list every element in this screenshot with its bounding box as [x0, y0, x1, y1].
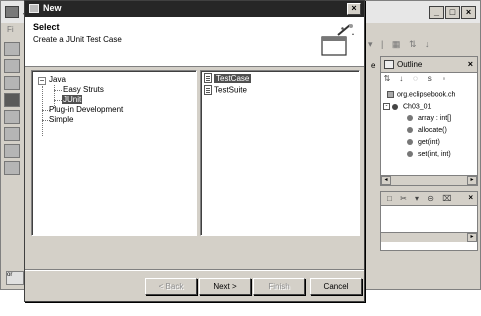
wizard-list[interactable]: TestCase TestSuite [200, 70, 360, 236]
menu-file[interactable]: Fi [7, 25, 14, 34]
alpha-sort-icon[interactable]: ↓ [395, 74, 407, 83]
outline-view: Outline × ⇅ ↓ ◌ s ◦ org.eclipsebook.ch -… [380, 56, 478, 186]
wizard-category-tree[interactable]: − Java Easy Struts JUnit Plug-in Develop… [31, 70, 197, 236]
horizontal-scrollbar[interactable]: ▸ [381, 232, 477, 242]
sort-icon[interactable]: ⇅ [409, 39, 417, 50]
dropdown-arrow-icon[interactable]: ▾ [368, 39, 373, 50]
outline-item[interactable]: allocate() [407, 127, 447, 138]
tree-item-java[interactable]: Java [49, 75, 66, 84]
hide-static-icon[interactable]: s [424, 74, 436, 83]
junit-testcase-icon [204, 73, 212, 83]
save-icon[interactable] [4, 59, 20, 73]
clear-icon[interactable]: ✂ [400, 194, 407, 203]
dialog-title: New [43, 3, 62, 13]
maximize-button[interactable]: □ [445, 6, 460, 19]
new-wizard-banner-icon [321, 24, 354, 56]
list-item-testsuite[interactable]: TestSuite [204, 85, 247, 95]
outline-item[interactable]: array : int[] [407, 115, 451, 126]
dialog-app-icon [29, 4, 39, 13]
outline-item[interactable]: get(int) [407, 139, 440, 150]
console-view: □ ✂ ▾ ⊝ ⌧ × ▸ [380, 191, 478, 251]
hide-nonpublic-icon[interactable]: ◦ [438, 74, 450, 83]
back-button[interactable]: < Back [145, 278, 197, 295]
new-wizard-dialog: New × Select Create a JUnit Test Case − … [24, 0, 365, 302]
dropdown-arrow-icon[interactable]: ▾ [415, 194, 419, 203]
scroll-right-icon[interactable]: ▸ [467, 233, 477, 242]
lock-icon[interactable]: ⊝ [427, 194, 434, 203]
console-toolbar: □ ✂ ▾ ⊝ ⌧ × [381, 192, 477, 206]
dialog-close-button[interactable]: × [347, 3, 361, 15]
plugin-perspective-icon[interactable] [4, 161, 20, 175]
collapse-toggle[interactable]: - [383, 103, 390, 110]
collapse-toggle[interactable]: − [38, 77, 46, 85]
tree-connector [54, 100, 62, 101]
wizard-header: Select Create a JUnit Test Case [25, 17, 364, 67]
tree-item-plugin-development[interactable]: Plug-in Development [49, 105, 123, 114]
team-perspective-icon[interactable] [4, 144, 20, 158]
field-icon [407, 115, 413, 122]
method-icon [407, 139, 413, 146]
toolbar-separator: | [381, 39, 384, 49]
workbench-toolbar-right: ▾ | ▦ ⇅ ↓ [368, 39, 478, 53]
method-icon [407, 151, 413, 158]
outline-item[interactable]: org.eclipsebook.ch [387, 91, 455, 102]
close-window-button[interactable]: × [461, 6, 476, 19]
method-icon [407, 127, 413, 134]
next-button[interactable]: Next > [199, 278, 251, 295]
horizontal-scrollbar[interactable]: ◂ ▸ [381, 175, 477, 185]
scroll-left-icon[interactable]: ◂ [381, 176, 391, 185]
close-icon[interactable]: × [468, 59, 473, 69]
wizard-page-title: Select [33, 22, 60, 32]
status-bar-label: or [6, 271, 24, 285]
close-icon[interactable]: × [468, 193, 473, 202]
resource-perspective-icon[interactable] [4, 127, 20, 141]
wizard-page-description: Create a JUnit Test Case [33, 35, 122, 44]
list-item-testcase[interactable]: TestCase [204, 73, 252, 83]
cancel-button[interactable]: Cancel [310, 278, 362, 295]
tree-item-simple[interactable]: Simple [49, 115, 73, 124]
finish-button[interactable]: Finish [253, 278, 305, 295]
open-perspective-icon[interactable] [4, 76, 20, 90]
outline-item[interactable]: - Ch03_01 [383, 103, 431, 114]
eclipse-app-icon [5, 6, 19, 18]
dialog-titlebar[interactable]: New × [25, 1, 364, 17]
editor-tab-fragment: e [371, 61, 376, 70]
tree-connector [54, 90, 62, 91]
tree-item-junit[interactable]: JUnit [62, 95, 83, 104]
scroll-right-icon[interactable]: ▸ [467, 176, 477, 185]
package-icon [387, 91, 394, 98]
left-toolbar [3, 39, 23, 279]
outline-icon [384, 60, 394, 69]
sort-icon[interactable]: ⇅ [381, 74, 393, 83]
pin-icon[interactable]: ↓ [425, 39, 430, 49]
outline-toolbar: ⇅ ↓ ◌ s ◦ [381, 74, 477, 88]
copy-icon[interactable]: ⌧ [442, 194, 451, 203]
new-icon[interactable] [4, 42, 20, 56]
tree-item-easy-struts[interactable]: Easy Struts [63, 85, 104, 94]
stop-icon[interactable]: □ [387, 194, 392, 203]
button-bar-separator [25, 269, 364, 271]
java-perspective-icon[interactable] [4, 93, 20, 107]
class-icon [392, 103, 398, 110]
minimize-button[interactable]: _ [429, 6, 444, 19]
tree-connector [42, 86, 43, 136]
table-icon[interactable]: ▦ [392, 39, 401, 50]
hide-fields-icon[interactable]: ◌ [409, 74, 421, 83]
window-controls: _ □ × [429, 6, 476, 19]
outline-title: Outline [397, 60, 423, 69]
debug-perspective-icon[interactable] [4, 110, 20, 124]
outline-tab[interactable]: Outline × [381, 57, 477, 73]
junit-testsuite-icon [204, 85, 212, 95]
outline-item[interactable]: set(int, int) [407, 151, 451, 162]
